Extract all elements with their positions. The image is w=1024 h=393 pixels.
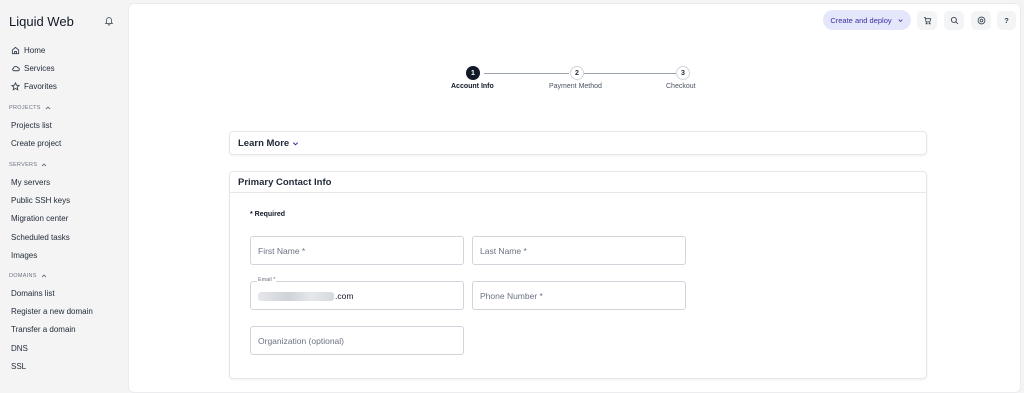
search-icon (950, 16, 958, 25)
section-domains[interactable]: DOMAINS (9, 272, 47, 280)
chevron-down-icon (898, 18, 903, 22)
chevron-down-icon (293, 142, 299, 146)
chevron-up-icon (41, 163, 47, 167)
cart-icon (923, 16, 931, 25)
checkout-stepper: 1 Account Info 2 Payment Method 3 Checko… (129, 65, 1022, 95)
chevron-up-icon (45, 106, 51, 110)
phone-number-field[interactable]: Phone Number * (472, 281, 686, 310)
search-button[interactable] (944, 11, 964, 30)
sidebar-item-label: Images (11, 250, 38, 260)
sidebar-item-scheduled-tasks[interactable]: Scheduled tasks (11, 231, 70, 243)
section-label: DOMAINS (9, 273, 37, 279)
last-name-placeholder: Last Name * (480, 246, 527, 256)
sidebar-item-label: Projects list (11, 120, 52, 130)
sidebar-item-label: Public SSH keys (11, 195, 71, 205)
learn-more-panel[interactable]: Learn More (229, 131, 927, 155)
sidebar-item-label: Domains list (11, 288, 55, 298)
step-2-label: Payment Method (549, 83, 602, 90)
learn-more-title: Learn More (238, 138, 290, 149)
sidebar-item-label: SSL (11, 361, 27, 371)
step-3-indicator: 3 (676, 66, 690, 80)
learn-more-toggle[interactable]: Learn More (238, 138, 299, 149)
brand-logo[interactable]: Liquid Web (9, 14, 74, 29)
card-header: Primary Contact Info (230, 172, 926, 193)
sidebar-item-label: Create project (11, 138, 62, 148)
sidebar-item-projects-list[interactable]: Projects list (11, 119, 52, 131)
organization-field[interactable]: Organization (optional) (250, 326, 464, 355)
first-name-field[interactable]: First Name * (250, 236, 464, 265)
sidebar-item-public-ssh-keys[interactable]: Public SSH keys (11, 194, 70, 206)
section-label: PROJECTS (9, 105, 41, 111)
sidebar-item-label: Services (24, 63, 55, 73)
sidebar-item-dns[interactable]: DNS (11, 342, 28, 354)
sidebar-item-label: Migration center (11, 213, 69, 223)
create-and-deploy-button[interactable]: Create and deploy (823, 10, 911, 30)
email-field[interactable]: Email * .com (250, 277, 464, 310)
last-name-field[interactable]: Last Name * (472, 236, 686, 265)
step-connector (484, 73, 569, 74)
step-number: 2 (575, 69, 579, 77)
home-icon (11, 46, 20, 54)
first-name-placeholder: First Name * (258, 246, 306, 256)
step-3-label: Checkout (666, 83, 696, 90)
star-icon (11, 81, 20, 91)
step-1-indicator: 1 (466, 66, 480, 80)
step-1-label: Account Info (451, 83, 494, 90)
sidebar-item-label: DNS (11, 343, 28, 353)
question-button[interactable]: ? (997, 11, 1016, 30)
sidebar-item-transfer-domain[interactable]: Transfer a domain (11, 323, 76, 335)
sidebar-item-label: Favorites (24, 81, 57, 91)
sidebar-item-ssl[interactable]: SSL (11, 360, 26, 372)
organization-placeholder: Organization (optional) (258, 336, 344, 346)
bell-icon[interactable] (104, 15, 114, 26)
step-connector (584, 73, 676, 74)
section-projects[interactable]: PROJECTS (9, 104, 51, 112)
email-value-suffix: .com (335, 291, 354, 301)
sidebar-item-register-domain[interactable]: Register a new domain (11, 305, 93, 317)
sidebar-item-services[interactable]: Services (11, 62, 55, 74)
section-label: SERVERS (9, 162, 38, 168)
create-and-deploy-label: Create and deploy (830, 15, 892, 25)
sidebar-item-label: Scheduled tasks (11, 232, 70, 242)
cloud-icon (12, 65, 20, 71)
help-circle-icon (977, 16, 985, 25)
question-icon: ? (1004, 16, 1009, 25)
sidebar-item-migration-center[interactable]: Migration center (11, 212, 68, 224)
sidebar-item-my-servers[interactable]: My servers (11, 176, 50, 188)
section-servers[interactable]: SERVERS (9, 161, 47, 169)
sidebar-item-label: Register a new domain (11, 306, 93, 316)
primary-contact-card: Primary Contact Info * Required First Na… (229, 171, 927, 379)
step-number: 3 (681, 69, 685, 77)
sidebar-item-favorites[interactable]: Favorites (11, 80, 57, 92)
card-title: Primary Contact Info (238, 177, 332, 188)
required-note: * Required (250, 211, 286, 218)
step-2-indicator: 2 (570, 66, 584, 80)
help-button[interactable] (971, 11, 991, 30)
redacted-text (258, 291, 334, 301)
main-content: Create and deploy ? 1 Account Info 2 Pay… (128, 3, 1021, 393)
sidebar: Liquid Web Home Services Favorites PROJE… (0, 0, 127, 393)
step-number: 1 (471, 69, 475, 77)
sidebar-item-images[interactable]: Images (11, 249, 37, 261)
phone-number-placeholder: Phone Number * (480, 291, 543, 301)
sidebar-item-create-project[interactable]: Create project (11, 137, 61, 149)
email-label: Email * (257, 277, 277, 283)
sidebar-item-label: Home (24, 45, 46, 55)
email-value: .com (258, 291, 353, 301)
sidebar-item-label: Transfer a domain (11, 324, 76, 334)
sidebar-item-label: My servers (11, 177, 51, 187)
chevron-up-icon (41, 274, 47, 278)
sidebar-item-domains-list[interactable]: Domains list (11, 287, 55, 299)
sidebar-item-home[interactable]: Home (11, 44, 45, 56)
cart-button[interactable] (917, 11, 937, 30)
